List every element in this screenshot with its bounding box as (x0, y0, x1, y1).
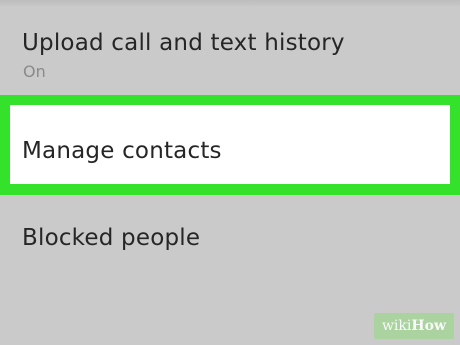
settings-screen: Upload call and text history On Manage c… (0, 0, 460, 345)
upload-history-title: Upload call and text history (22, 30, 345, 56)
manage-contacts-title: Manage contacts (22, 138, 222, 164)
blocked-people-setting[interactable]: Blocked people (0, 200, 460, 280)
watermark-suffix: How (411, 318, 446, 334)
top-divider (0, 0, 460, 6)
watermark-prefix: wiki (381, 318, 412, 334)
manage-contacts-setting[interactable]: Manage contacts (10, 105, 450, 184)
wikihow-watermark: wikiHow (373, 313, 454, 339)
manage-contacts-highlight: Manage contacts (0, 95, 460, 195)
blocked-people-title: Blocked people (22, 225, 201, 251)
upload-history-status: On (23, 62, 46, 81)
upload-history-setting[interactable]: Upload call and text history On (0, 8, 460, 96)
